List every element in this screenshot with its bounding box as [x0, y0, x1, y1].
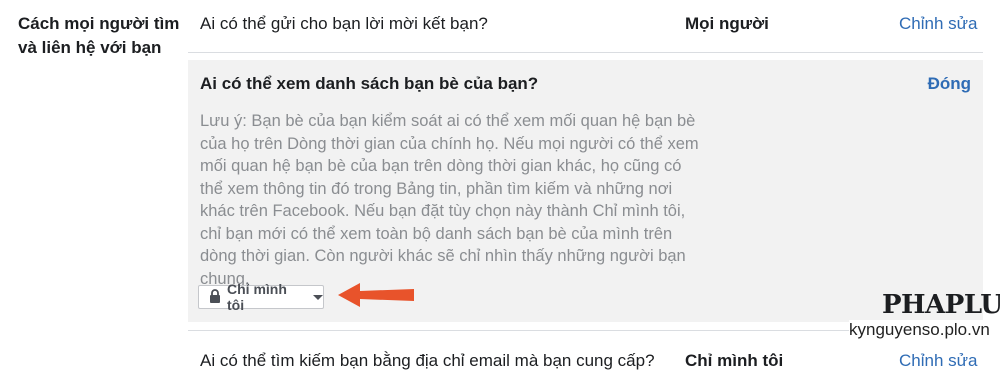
note-line: của họ trên Dòng thời gian của chính họ.…	[200, 134, 699, 153]
audience-selector-button[interactable]: Chỉ mình tôi	[198, 281, 324, 313]
watermark-url: kynguyenso.plo.vn	[849, 320, 990, 340]
lock-icon	[209, 288, 221, 306]
note-line: mối quan hệ bạn bè của bạn trên dòng thờ…	[200, 157, 682, 175]
watermark-logo: PHAPLUAT	[882, 290, 1000, 320]
audience-selected-label: Chỉ mình tôi	[227, 281, 287, 313]
row-question-email-lookup: Ai có thể tìm kiếm bạn bằng địa chỉ emai…	[200, 351, 655, 370]
edit-friend-requests-link[interactable]: Chỉnh sửa	[899, 14, 977, 34]
panel-title: Ai có thể xem danh sách bạn bè của bạn?	[200, 74, 539, 93]
annotation-arrow-icon	[338, 283, 414, 307]
note-line: Lưu ý: Bạn bè của bạn kiểm soát ai có th…	[200, 112, 696, 130]
note-line: thể xem thông tin đó trong Bảng tin, phầ…	[200, 179, 673, 198]
note-line: chỉ bạn mới có thể xem toàn bộ danh sách…	[200, 224, 673, 243]
edit-email-lookup-link[interactable]: Chỉnh sửa	[899, 351, 977, 371]
row-question-friend-requests: Ai có thể gửi cho bạn lời mời kết bạn?	[200, 14, 488, 33]
panel-note: Lưu ý: Bạn bè của bạn kiểm soát ai có th…	[200, 110, 700, 290]
chevron-down-icon	[313, 294, 323, 300]
close-link[interactable]: Đóng	[928, 74, 971, 94]
section-title: Cách mọi người tìm và liên hệ với bạn	[18, 14, 180, 57]
note-line: dòng thời gian. Còn người khác sẽ chỉ nh…	[200, 247, 686, 265]
row-value-friend-requests: Mọi người	[685, 14, 769, 33]
note-line: khác trên Facebook. Nếu bạn đặt tùy chọn…	[200, 202, 686, 220]
friend-list-visibility-panel: Ai có thể xem danh sách bạn bè của bạn? …	[188, 60, 983, 322]
row-value-email-lookup: Chỉ mình tôi	[685, 351, 784, 370]
row-divider	[188, 52, 983, 53]
